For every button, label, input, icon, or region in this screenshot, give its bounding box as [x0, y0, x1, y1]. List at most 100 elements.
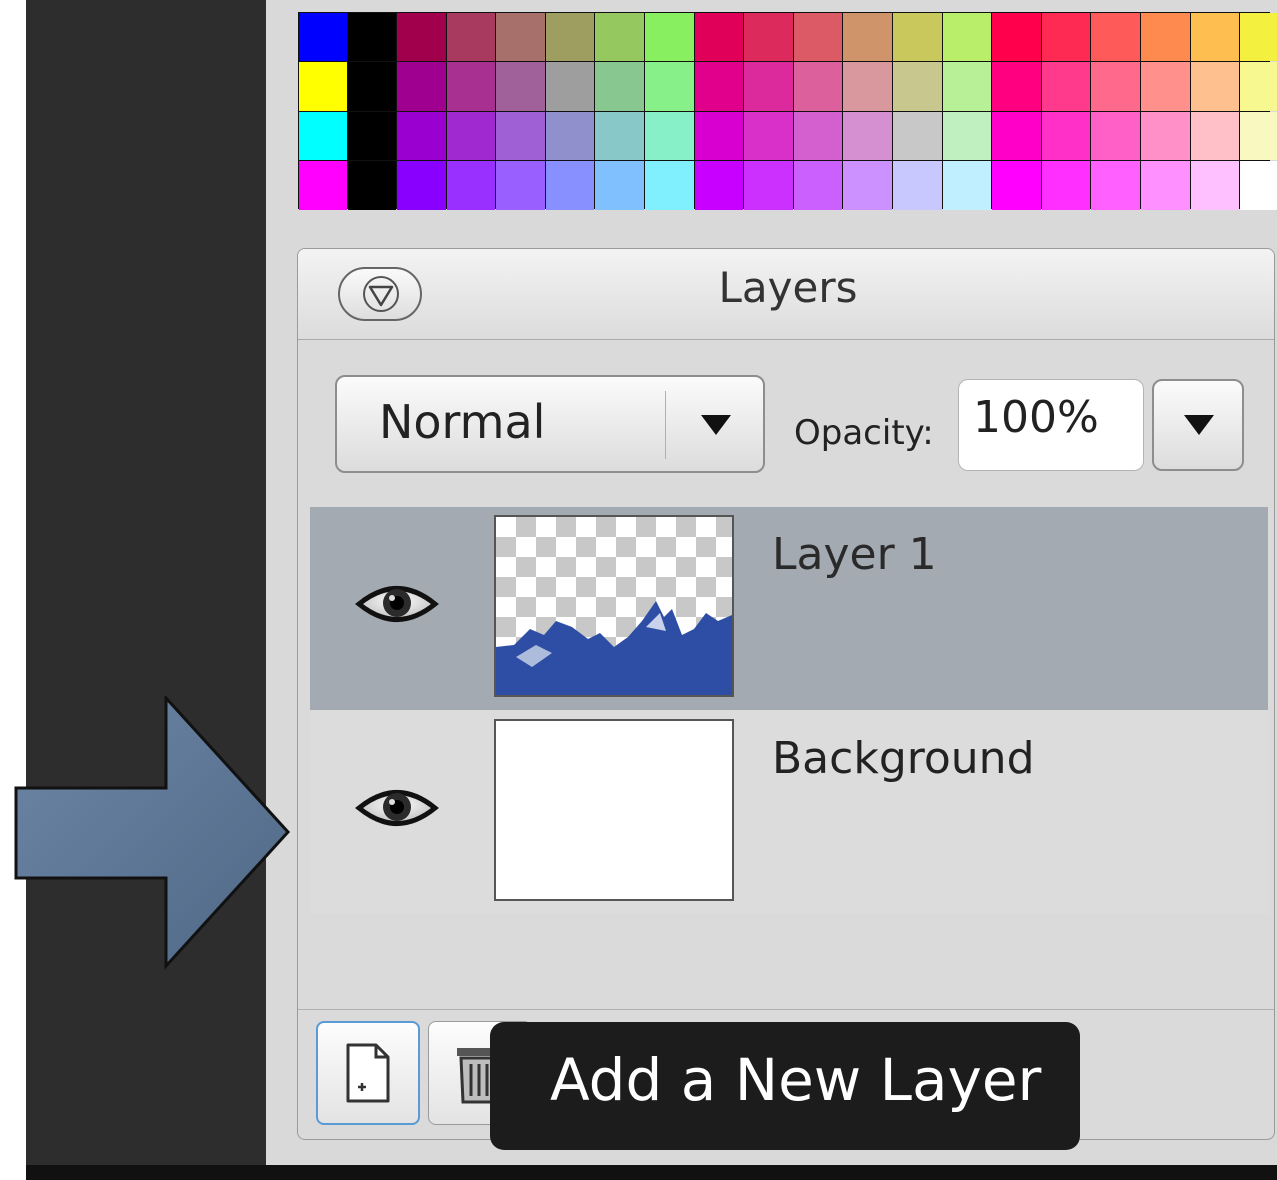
- color-swatch[interactable]: [644, 13, 694, 62]
- color-swatch[interactable]: [1091, 62, 1140, 111]
- color-swatch[interactable]: [1041, 111, 1091, 161]
- color-swatch[interactable]: [545, 62, 595, 111]
- layer-name: Layer 1: [772, 529, 937, 580]
- opacity-dropdown-button[interactable]: [1152, 379, 1244, 471]
- opacity-input[interactable]: 100%: [958, 379, 1144, 471]
- color-swatch[interactable]: [942, 13, 992, 62]
- color-swatch[interactable]: [595, 111, 644, 161]
- color-swatch[interactable]: [496, 161, 545, 210]
- color-swatch[interactable]: [348, 62, 396, 111]
- color-swatch[interactable]: [644, 111, 694, 161]
- color-swatch[interactable]: [545, 13, 595, 62]
- color-swatch[interactable]: [744, 13, 793, 62]
- color-swatch[interactable]: [992, 62, 1041, 111]
- color-swatch[interactable]: [942, 161, 992, 210]
- add-new-layer-button[interactable]: [316, 1021, 420, 1125]
- color-swatch[interactable]: [1091, 111, 1140, 161]
- color-swatch[interactable]: [992, 161, 1041, 210]
- color-swatch[interactable]: [992, 13, 1041, 62]
- color-swatch[interactable]: [992, 111, 1041, 161]
- color-swatch[interactable]: [1240, 161, 1277, 210]
- chevron-down-icon: [701, 415, 731, 435]
- color-swatch[interactable]: [348, 161, 396, 210]
- layer-thumbnail: [494, 719, 734, 901]
- color-swatch[interactable]: [892, 13, 942, 62]
- color-swatch[interactable]: [348, 13, 396, 62]
- color-swatch[interactable]: [299, 111, 347, 161]
- color-swatch[interactable]: [595, 13, 644, 62]
- color-swatch[interactable]: [1041, 161, 1091, 210]
- eye-visibility-icon[interactable]: [355, 781, 439, 835]
- eye-visibility-icon[interactable]: [355, 577, 439, 631]
- color-swatch[interactable]: [1041, 13, 1091, 62]
- color-swatch[interactable]: [446, 13, 496, 62]
- color-swatch[interactable]: [446, 111, 496, 161]
- chevron-down-icon: [1184, 415, 1214, 435]
- color-swatch[interactable]: [644, 62, 694, 111]
- color-swatch[interactable]: [1190, 13, 1240, 62]
- color-swatch[interactable]: [843, 111, 892, 161]
- color-swatch[interactable]: [892, 111, 942, 161]
- layer-row-layer-1[interactable]: Layer 1: [310, 507, 1268, 710]
- color-swatch[interactable]: [843, 13, 892, 62]
- blend-mode-select[interactable]: Normal: [335, 375, 765, 473]
- color-swatch[interactable]: [793, 161, 843, 210]
- color-swatch[interactable]: [1240, 13, 1277, 62]
- color-swatch[interactable]: [892, 161, 942, 210]
- color-swatch[interactable]: [496, 62, 545, 111]
- color-swatch[interactable]: [793, 13, 843, 62]
- color-swatch[interactable]: [1190, 111, 1240, 161]
- blend-mode-value: Normal: [379, 395, 546, 449]
- color-swatch[interactable]: [397, 161, 446, 210]
- color-swatch[interactable]: [1140, 13, 1190, 62]
- color-swatch[interactable]: [1240, 62, 1277, 111]
- color-swatch[interactable]: [545, 161, 595, 210]
- color-swatch[interactable]: [793, 62, 843, 111]
- color-swatch[interactable]: [694, 111, 744, 161]
- color-swatch[interactable]: [1091, 13, 1140, 62]
- color-swatch[interactable]: [644, 161, 694, 210]
- color-swatch[interactable]: [496, 13, 545, 62]
- color-swatch[interactable]: [446, 161, 496, 210]
- color-swatch[interactable]: [496, 111, 545, 161]
- color-swatch[interactable]: [942, 62, 992, 111]
- color-swatch[interactable]: [694, 62, 744, 111]
- collapse-panel-button[interactable]: [338, 267, 422, 321]
- color-swatch[interactable]: [1240, 111, 1277, 161]
- color-swatch[interactable]: [1190, 62, 1240, 111]
- color-swatch[interactable]: [744, 62, 793, 111]
- color-swatch[interactable]: [892, 62, 942, 111]
- workspace-canvas-area: [26, 0, 266, 1165]
- color-swatch[interactable]: [348, 111, 396, 161]
- color-swatches-palette[interactable]: [298, 12, 1277, 210]
- color-swatch[interactable]: [694, 13, 744, 62]
- color-swatch[interactable]: [299, 161, 347, 210]
- color-swatch[interactable]: [595, 161, 644, 210]
- color-swatch[interactable]: [843, 161, 892, 210]
- color-swatch[interactable]: [299, 13, 347, 62]
- color-swatch[interactable]: [793, 111, 843, 161]
- color-swatch[interactable]: [397, 62, 446, 111]
- color-swatch[interactable]: [1091, 161, 1140, 210]
- color-swatch[interactable]: [446, 62, 496, 111]
- color-swatch[interactable]: [843, 62, 892, 111]
- color-swatch[interactable]: [1190, 161, 1240, 210]
- color-swatch[interactable]: [595, 62, 644, 111]
- color-swatch[interactable]: [744, 111, 793, 161]
- color-swatch[interactable]: [694, 161, 744, 210]
- color-swatch[interactable]: [1140, 62, 1190, 111]
- color-swatch[interactable]: [397, 13, 446, 62]
- color-swatch[interactable]: [1140, 111, 1190, 161]
- color-swatch[interactable]: [299, 62, 347, 111]
- color-swatch[interactable]: [942, 111, 992, 161]
- select-divider: [665, 391, 666, 459]
- bottom-edge-bar: [26, 1165, 1277, 1180]
- pointer-arrow-annotation: [14, 696, 291, 970]
- color-swatch[interactable]: [744, 161, 793, 210]
- color-swatch[interactable]: [1140, 161, 1190, 210]
- blue-shape-thumbnail: [496, 601, 732, 695]
- layer-row-background[interactable]: Background: [310, 711, 1268, 914]
- color-swatch[interactable]: [397, 111, 446, 161]
- color-swatch[interactable]: [545, 111, 595, 161]
- color-swatch[interactable]: [1041, 62, 1091, 111]
